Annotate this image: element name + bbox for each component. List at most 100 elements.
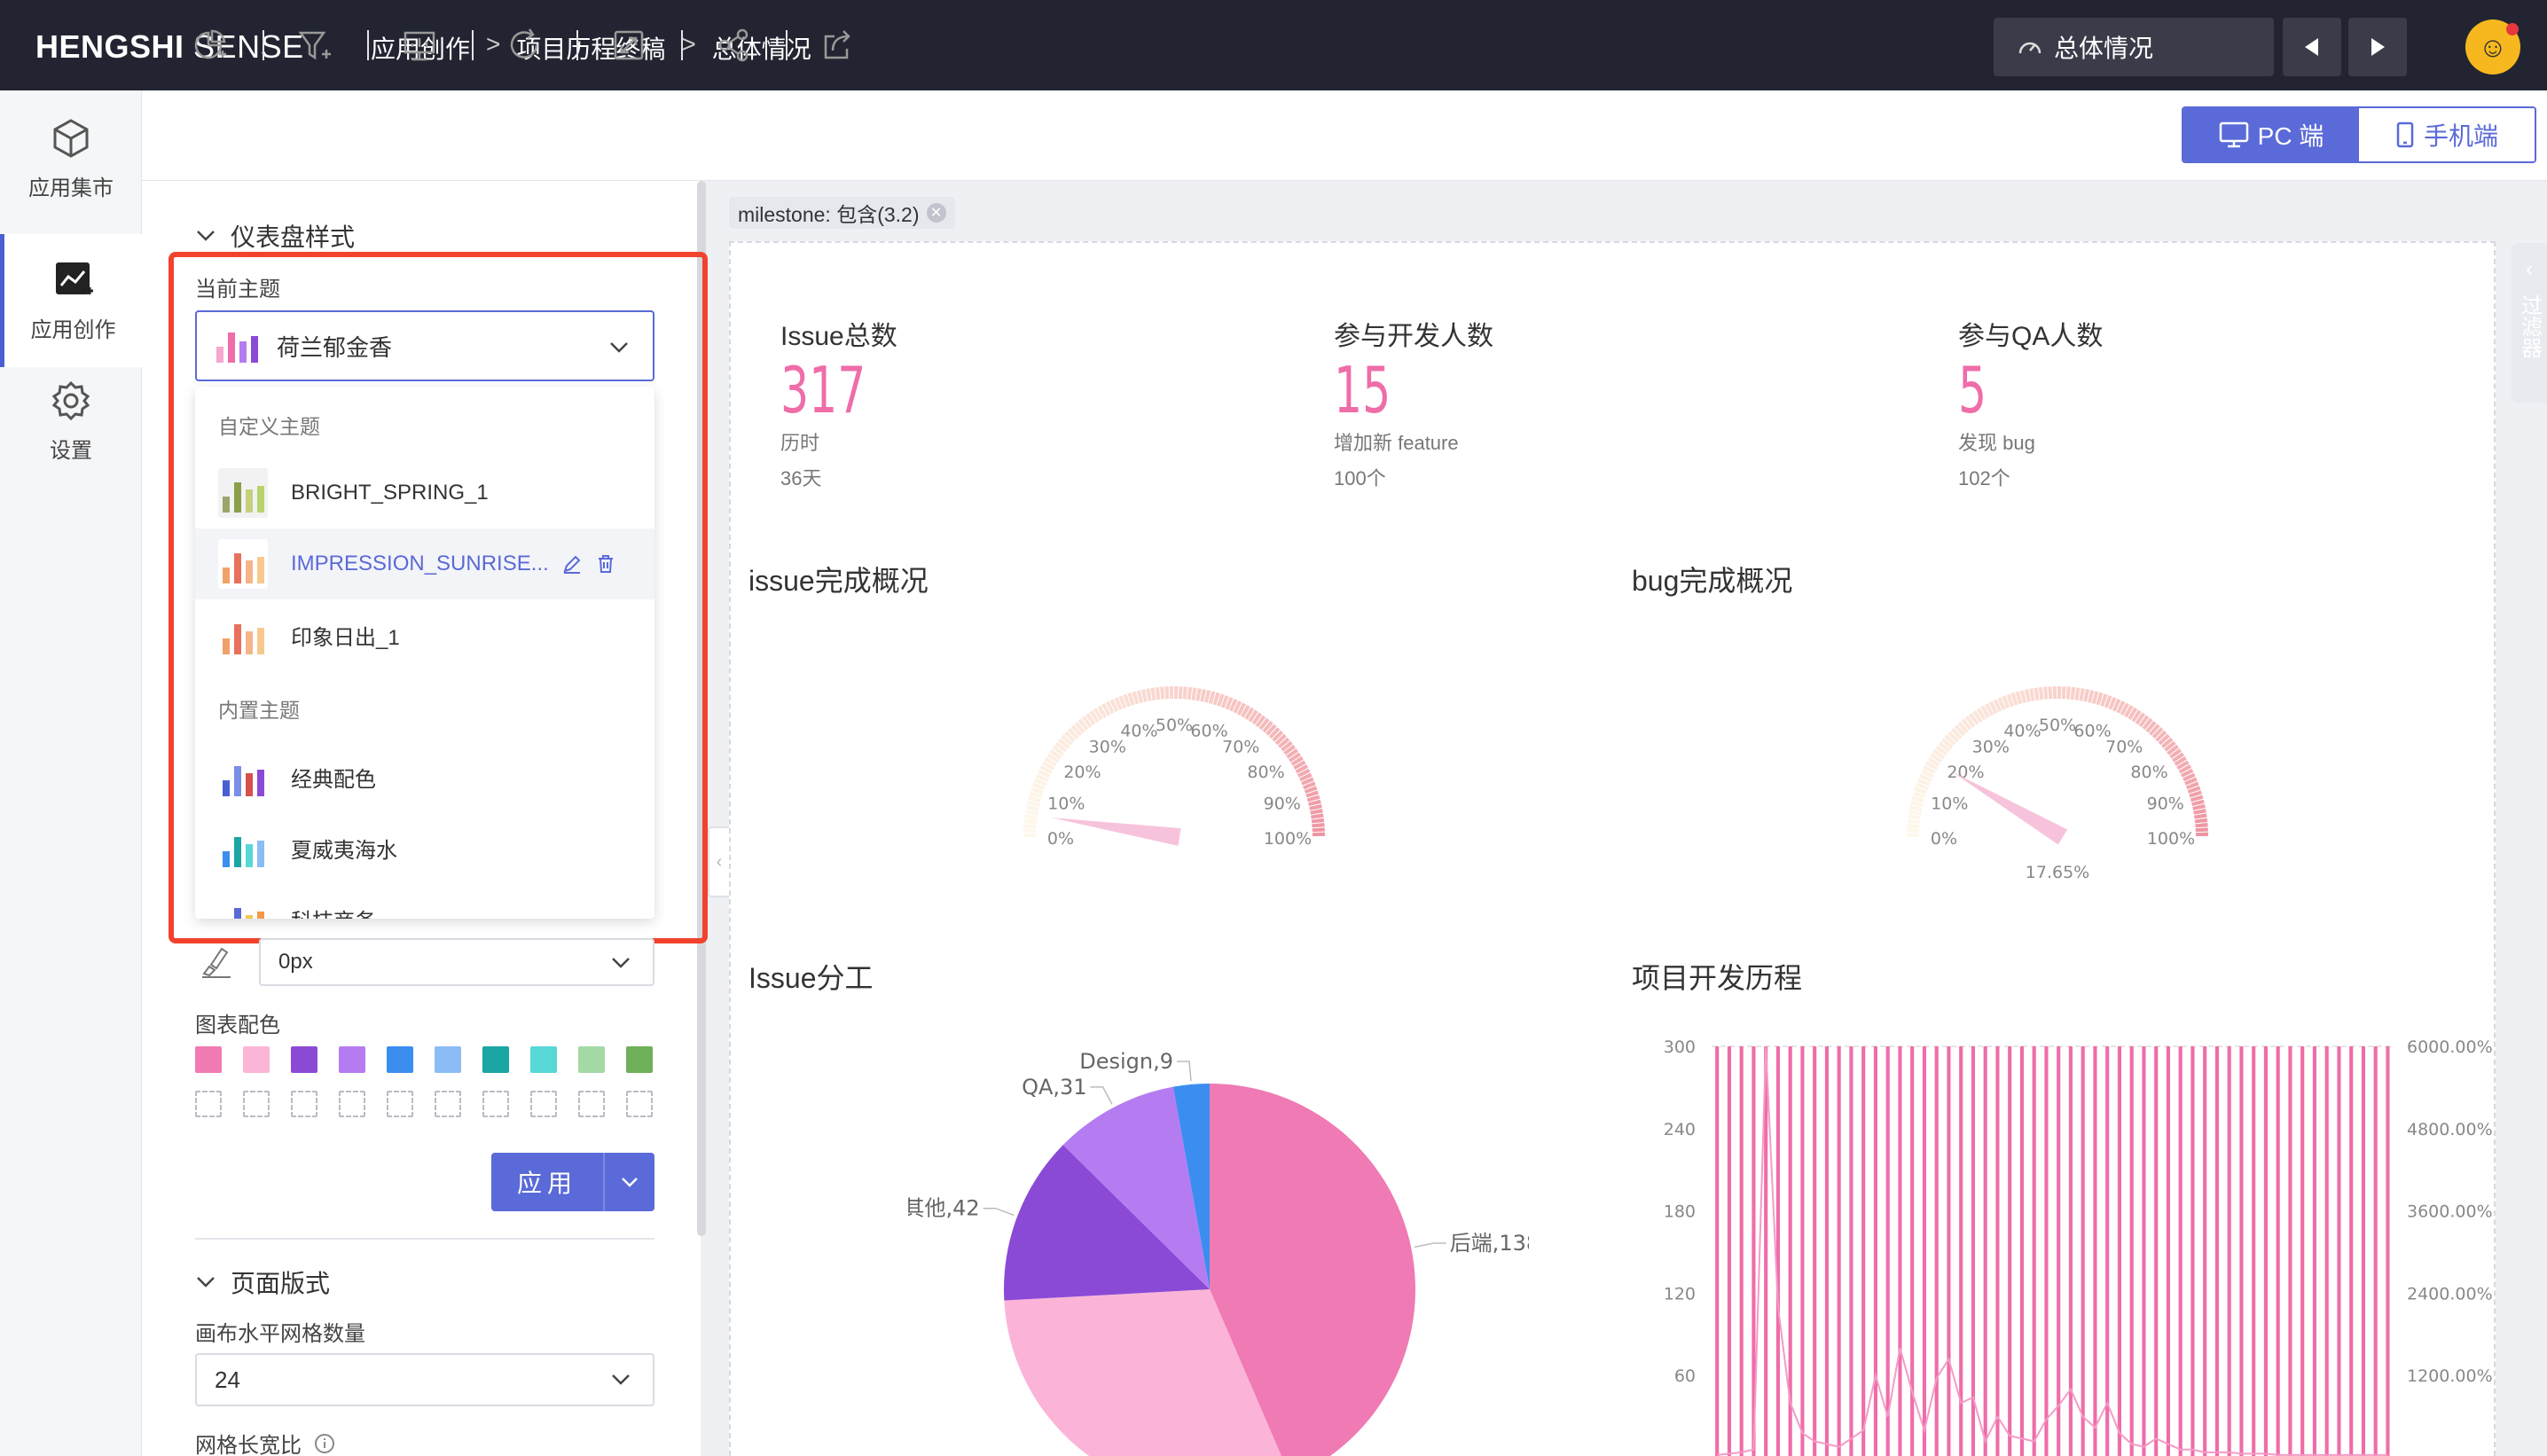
bar [2324,1046,2329,1456]
nav-item-app-market[interactable]: 应用集市 [0,92,142,225]
panel-collapse-handle[interactable]: ‹ [708,826,731,897]
add-filter-button[interactable] [293,23,337,67]
kpi-card-issues[interactable]: Issue总数 317 历时 36天 [780,314,897,491]
empty-color-swatch[interactable] [339,1091,365,1117]
kpi-card-developers[interactable]: 参与开发人数 15 增加新 feature 100个 [1334,314,1493,491]
empty-color-swatch[interactable] [195,1091,222,1117]
fullscreen-button[interactable] [607,23,651,67]
bar [1715,1046,1720,1456]
chart-title: bug完成概况 [1632,565,1793,597]
border-width-select[interactable]: 0px [259,938,654,986]
color-swatch[interactable] [530,1046,557,1073]
color-swatch[interactable] [387,1046,413,1073]
triangle-left-icon [2305,38,2318,56]
bar [2129,1046,2134,1456]
mobile-view-button[interactable]: 手机端 [2359,108,2535,161]
prev-page-button[interactable] [2283,18,2341,76]
add-presentation-button[interactable] [397,23,442,67]
grid-count-label: 画布水平网格数量 [195,1322,365,1346]
filter-side-tab[interactable]: ‹ 过滤器 [2512,243,2547,403]
bar [2093,1046,2097,1456]
color-swatch[interactable] [578,1046,605,1073]
bar [2337,1046,2341,1456]
pie-slice-label: Design,9 [1079,1049,1173,1074]
empty-color-swatch[interactable] [578,1091,605,1117]
gauge-arc-segment [2057,686,2062,700]
color-swatch[interactable] [339,1046,365,1073]
color-swatch[interactable] [195,1046,222,1073]
gauge-chart-bug[interactable]: 0%10%20%30%40%50%60%70%80%90%100%17.65% [1880,660,2235,908]
apply-button-label: 应用 [516,1170,577,1197]
color-swatch[interactable] [626,1046,653,1073]
export-button[interactable] [816,23,860,67]
bar [2386,1046,2390,1456]
apply-menu-toggle[interactable] [603,1153,654,1211]
pie-label-leader [983,1207,1015,1217]
highlight-annotation-box [168,252,708,943]
empty-color-swatch[interactable] [387,1091,413,1117]
chart-title: Issue分工 [748,962,874,994]
kpi-title: 参与QA人数 [1958,322,2104,351]
empty-color-swatch[interactable] [530,1091,557,1117]
kpi-subtitle: 历时 [780,432,820,454]
style-section-title: 仪表盘样式 [231,223,356,251]
gauge-tick-label: 40% [2003,721,2041,740]
info-icon[interactable] [314,1433,335,1454]
gauge-chart-issue[interactable]: 0%10%20%30%40%50%60%70%80%90%100% [997,660,1352,873]
empty-color-swatch[interactable] [243,1091,270,1117]
refresh-icon [510,28,538,59]
pie-chart-issue-division[interactable]: 后端,138前端,97其他,42QA,31Design,9 [908,1023,1529,1456]
chevron-left-icon: ‹ [716,851,723,872]
empty-color-swatch[interactable] [626,1091,653,1117]
color-swatch[interactable] [482,1046,509,1073]
gauge-arc-segment [1023,824,1037,829]
bar [2312,1046,2316,1456]
gauge-arc-segment [1311,813,1324,819]
bar [2203,1046,2207,1456]
empty-color-swatch[interactable] [291,1091,317,1117]
y-axis-tick-label: 240 [1664,1120,1696,1139]
gauge-arc-segment [2074,687,2081,701]
kpi-subtitle: 102个 [1958,467,2010,489]
pie-label-leader [1177,1061,1192,1082]
share-button[interactable] [711,23,756,67]
gauge-tick-label: 100% [1264,829,1312,849]
grid-count-select[interactable]: 24 [195,1353,654,1406]
y-axis-tick-label: 180 [1664,1202,1696,1222]
expand-icon [614,30,644,60]
color-swatch[interactable] [243,1046,270,1073]
color-swatch[interactable] [435,1046,461,1073]
y-axis-tick-label: 120 [1664,1284,1696,1303]
dashboard-selector[interactable]: 总体情况 [1994,18,2274,76]
refresh-button[interactable] [502,23,546,67]
empty-color-swatch[interactable] [482,1091,509,1117]
filter-tag[interactable]: milestone: 包含(3.2) ✕ [729,197,955,229]
empty-color-swatch[interactable] [435,1091,461,1117]
bar [2252,1046,2256,1456]
gauge-arc-segment [2070,686,2076,701]
nav-item-app-create[interactable]: 应用创作 [0,234,142,367]
color-swatch[interactable] [291,1046,317,1073]
nav-item-settings[interactable]: 设置 [0,355,142,488]
gauge-arc-segment [1907,818,1921,825]
bar-line-chart-dev-history[interactable]: 60 120 180 240 300 1200.00% 2400.00% 3600.00% 48… [1632,1014,2492,1456]
user-avatar[interactable]: ☺ [2465,20,2520,74]
bar [2239,1046,2244,1456]
gauge-arc-segment [2195,823,2208,828]
share-icon [718,28,748,62]
monitor-icon [2219,121,2248,148]
apply-button[interactable]: 应用 [491,1153,654,1211]
style-section-header[interactable]: 仪表盘样式 [195,218,355,254]
chart-color-swatches [195,1046,656,1117]
close-icon[interactable]: ✕ [926,203,946,223]
bar [1947,1046,1951,1456]
next-page-button[interactable] [2348,18,2407,76]
add-chart-button[interactable] [188,23,232,67]
bar [1813,1046,1817,1456]
layout-section-title: 页面版式 [231,1270,331,1297]
kpi-card-qa[interactable]: 参与QA人数 5 发现 bug 102个 [1958,314,2103,491]
layout-section-header[interactable]: 页面版式 [195,1264,330,1300]
pc-view-button[interactable]: PC 端 [2183,108,2359,161]
gauge-arc-segment [2043,686,2049,700]
bar [2019,1046,2024,1456]
